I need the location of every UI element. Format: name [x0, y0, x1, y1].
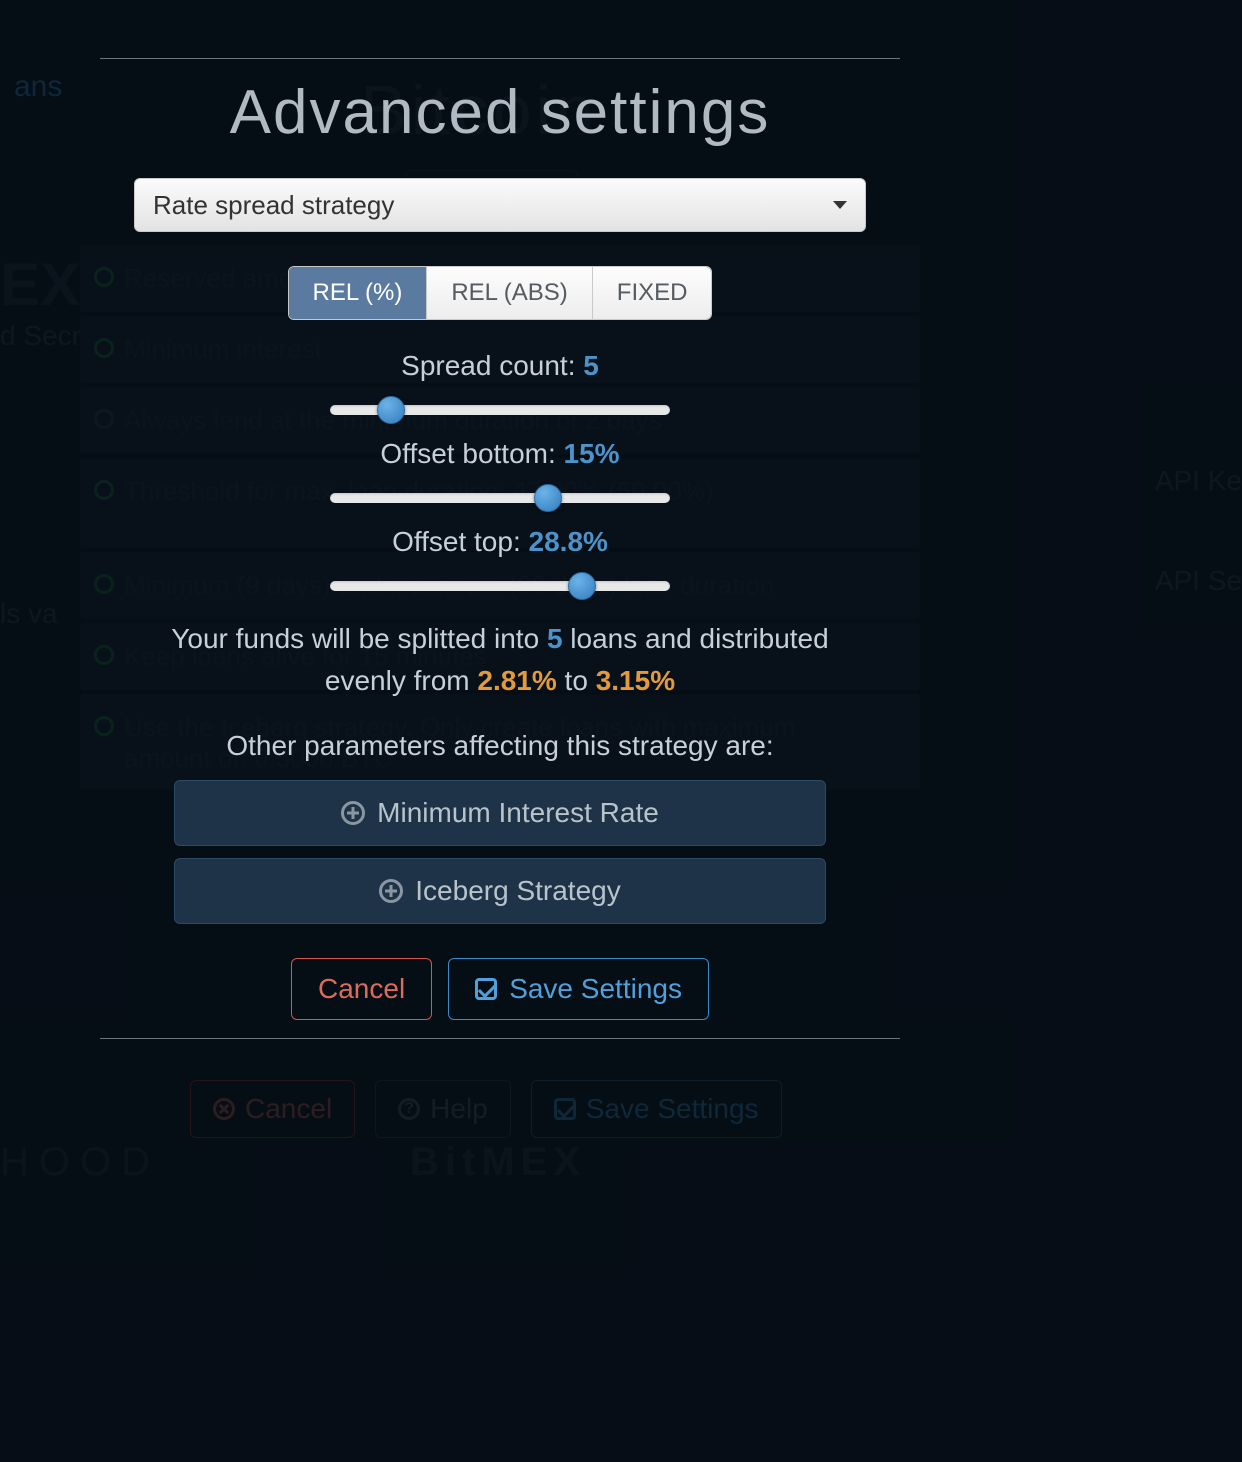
summary-loan-count: 5 — [547, 623, 563, 654]
slider-thumb[interactable] — [534, 484, 562, 512]
offset-bottom-label-text: Offset bottom: — [380, 438, 555, 469]
plus-circle-icon — [341, 801, 365, 825]
mode-segmented-control: REL (%) REL (ABS) FIXED — [288, 266, 713, 320]
check-icon — [475, 978, 497, 1000]
param-min-interest-label: Minimum Interest Rate — [377, 797, 659, 829]
other-params-label: Other parameters affecting this strategy… — [100, 730, 900, 762]
offset-top-slider[interactable] — [330, 572, 670, 600]
distribution-summary: Your funds will be splitted into 5 loans… — [132, 618, 868, 702]
modal-action-bar: Cancel Save Settings — [100, 958, 900, 1020]
slider-track — [330, 581, 670, 591]
summary-to-pct: 3.15% — [596, 665, 675, 696]
segment-rel-pct[interactable]: REL (%) — [289, 267, 428, 319]
slider-track — [330, 493, 670, 503]
advanced-settings-modal: Advanced settings Rate spread strategy R… — [100, 52, 900, 1057]
offset-top-label: Offset top: 28.8% — [170, 526, 830, 558]
spread-count-slider[interactable] — [330, 396, 670, 424]
save-button-label: Save Settings — [509, 973, 682, 1005]
param-iceberg-label: Iceberg Strategy — [415, 875, 620, 907]
slider-thumb[interactable] — [377, 396, 405, 424]
modal-top-rule — [100, 58, 900, 59]
strategy-select-value: Rate spread strategy — [153, 190, 394, 221]
plus-circle-icon — [379, 879, 403, 903]
summary-from-pct: 2.81% — [477, 665, 556, 696]
spread-count-value: 5 — [583, 350, 599, 381]
modal-title: Advanced settings — [100, 77, 900, 148]
offset-bottom-value: 15% — [564, 438, 620, 469]
strategy-select[interactable]: Rate spread strategy — [134, 178, 866, 232]
segment-fixed[interactable]: FIXED — [593, 267, 712, 319]
modal-bottom-rule — [100, 1038, 900, 1039]
segment-rel-abs[interactable]: REL (ABS) — [427, 267, 592, 319]
offset-top-value: 28.8% — [529, 526, 608, 557]
save-button[interactable]: Save Settings — [448, 958, 709, 1020]
offset-top-label-text: Offset top: — [392, 526, 521, 557]
spread-count-label-text: Spread count: — [401, 350, 575, 381]
offset-bottom-slider[interactable] — [330, 484, 670, 512]
param-min-interest-button[interactable]: Minimum Interest Rate — [174, 780, 826, 846]
offset-bottom-label: Offset bottom: 15% — [170, 438, 830, 470]
cancel-button[interactable]: Cancel — [291, 958, 432, 1020]
summary-text: Your funds will be splitted into — [171, 623, 547, 654]
summary-text: to — [557, 665, 596, 696]
spread-count-label: Spread count: 5 — [170, 350, 830, 382]
param-iceberg-button[interactable]: Iceberg Strategy — [174, 858, 826, 924]
chevron-down-icon — [833, 201, 847, 209]
cancel-button-label: Cancel — [318, 973, 405, 1005]
slider-thumb[interactable] — [568, 572, 596, 600]
